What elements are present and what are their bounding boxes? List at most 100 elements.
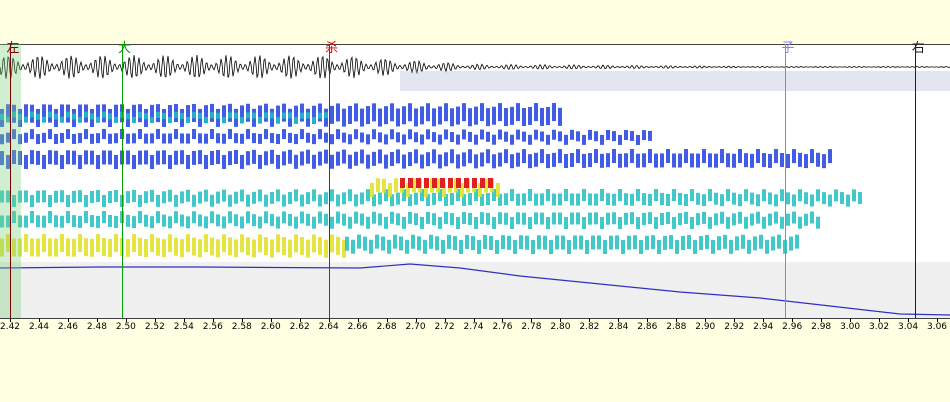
spectrogram-cell xyxy=(30,129,34,140)
spectrogram-cell xyxy=(420,106,424,125)
marker-line[interactable] xyxy=(915,44,917,318)
spectrogram-cell xyxy=(531,239,535,254)
spectrogram-cell xyxy=(654,153,658,168)
spectrogram-cell xyxy=(36,215,40,228)
spectrogram-cell xyxy=(672,189,676,202)
spectrogram-cell xyxy=(156,111,160,118)
spectrogram-cell xyxy=(774,149,778,164)
spectrogram-cell xyxy=(687,235,691,250)
spectrogram-cell xyxy=(330,234,334,253)
spectrogram-cell xyxy=(648,193,652,206)
spectrogram-cell xyxy=(384,106,388,125)
spectrogram-cell xyxy=(468,193,472,206)
marker-label[interactable]: 大 xyxy=(118,42,131,56)
time-tick-label: 2.72 xyxy=(434,322,455,332)
spectrogram-cell xyxy=(48,129,52,140)
spectrogram-cell xyxy=(36,134,40,145)
spectrogram-cell xyxy=(744,153,748,168)
spectrogram-cell xyxy=(288,132,292,143)
waveform-panel[interactable] xyxy=(0,44,950,94)
spectrogram-cell xyxy=(792,149,796,164)
spectrogram-cell xyxy=(705,234,709,249)
spectrogram-cell xyxy=(774,211,778,224)
spectrogram-cell xyxy=(96,215,100,228)
spectrogram-cell xyxy=(456,134,460,145)
marker-line[interactable] xyxy=(328,44,330,318)
spectrogram-cell xyxy=(450,108,454,127)
spectrogram-cell xyxy=(420,154,424,169)
spectrogram-cell xyxy=(108,191,112,204)
spectrogram-cell xyxy=(534,193,538,206)
marker-label[interactable]: 左 xyxy=(6,42,19,56)
marker-label[interactable]: 子 xyxy=(781,42,794,56)
time-tick-label: 2.48 xyxy=(86,322,107,332)
spectrogram-cell xyxy=(561,235,565,250)
spectrogram-cell xyxy=(228,211,232,224)
spectrogram-cell xyxy=(723,234,727,249)
spectrogram-cell xyxy=(642,193,646,206)
spectrogram-cell xyxy=(90,133,94,144)
spectrogram-cell xyxy=(639,239,643,254)
marker-label[interactable]: 杀 xyxy=(325,42,338,56)
spectrogram-cell xyxy=(370,182,374,197)
spectrogram-cell xyxy=(690,153,694,168)
spectrogram-cell xyxy=(294,189,298,202)
spectrogram-cell xyxy=(348,189,352,202)
spectrogram-cell xyxy=(174,112,178,119)
spectrogram-cell xyxy=(750,153,754,168)
spectrogram-peak xyxy=(432,178,437,188)
spectrogram-cell xyxy=(672,216,676,229)
spectrogram-cell xyxy=(588,212,592,225)
spectrogram-cell xyxy=(651,235,655,250)
spectrogram-cell xyxy=(852,189,856,202)
spectrogram-panel[interactable] xyxy=(0,92,950,263)
spectrogram-cell xyxy=(486,131,490,142)
spectrogram-cell xyxy=(138,211,142,224)
marker-line[interactable] xyxy=(10,44,11,318)
spectrogram-cell xyxy=(270,239,274,258)
spectrogram-cell xyxy=(396,149,400,164)
spectrogram-cell xyxy=(168,189,172,202)
marker-line[interactable] xyxy=(784,44,786,318)
spectrogram-cell xyxy=(144,150,148,165)
spectrogram-cell xyxy=(180,191,184,204)
spectrogram-cell xyxy=(96,116,100,123)
spectrogram-cell xyxy=(300,236,304,255)
spectrogram-cell xyxy=(552,103,556,122)
spectrogram-cell xyxy=(360,108,364,127)
spectrogram-cell xyxy=(258,116,262,123)
spectrogram-cell xyxy=(60,154,64,169)
spectrogram-cell xyxy=(324,239,328,258)
pitch-contour-panel[interactable] xyxy=(0,262,950,319)
spectrogram-cell xyxy=(660,193,664,206)
spectrogram-cell xyxy=(660,153,664,168)
marker-line[interactable] xyxy=(121,44,123,318)
spectrogram-cell xyxy=(228,151,232,166)
spectrogram-cell xyxy=(90,238,94,257)
spectrogram-cell xyxy=(66,150,70,165)
spectrogram-cell xyxy=(78,190,82,203)
spectrogram-cell xyxy=(342,132,346,143)
spectrogram-cell xyxy=(486,193,490,206)
spectrogram-cell xyxy=(414,192,418,205)
spectrogram-cell xyxy=(405,239,409,254)
spectrogram-cell xyxy=(150,116,154,123)
spectrogram-cell xyxy=(414,149,418,164)
spectrogram-cell xyxy=(108,133,112,144)
spectrogram-cell xyxy=(696,153,700,168)
spectrogram-cell xyxy=(294,116,298,123)
spectrogram-cell xyxy=(48,111,52,118)
spectrogram-cell xyxy=(240,189,244,202)
spectrogram-cell xyxy=(438,106,442,125)
spectrogram-cell xyxy=(474,134,478,145)
spectrogram-cell xyxy=(420,216,424,229)
spectrogram-cell xyxy=(306,192,310,205)
spectrogram-cell xyxy=(54,113,58,120)
marker-label[interactable]: 右 xyxy=(912,42,925,56)
spectrogram-cell xyxy=(144,133,148,144)
spectrogram-cell xyxy=(204,116,208,123)
spectrogram-cell xyxy=(474,106,478,125)
spectrogram-cell xyxy=(378,192,382,205)
spectrogram-cell xyxy=(615,235,619,250)
spectrogram-cell xyxy=(735,236,739,251)
